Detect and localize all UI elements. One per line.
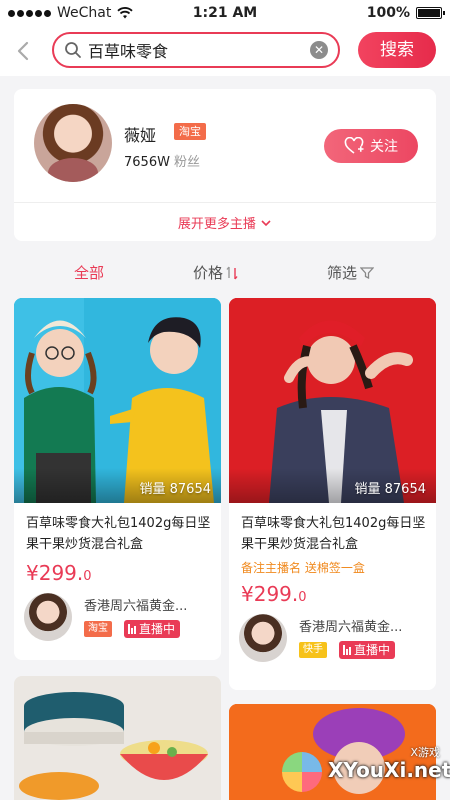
live-bars-icon [128,624,136,634]
product-card[interactable]: 销量 87654 百草味零食大礼包1402g每日坚果干果炒货混合礼盒 ¥299.… [14,298,221,660]
host-avatar[interactable] [34,104,112,182]
expand-label: 展开更多主播 [177,217,256,232]
live-label: 直播中 [354,643,391,657]
search-icon [65,42,81,58]
back-icon[interactable] [12,39,36,63]
seller-platform-badge: 快手 [299,642,327,658]
seller-row[interactable]: 香港周六福黄金... 快手 直播中 [229,606,436,666]
search-input[interactable]: 百草味零食 ✕ [52,32,340,68]
follow-button[interactable]: 关注 [324,129,418,163]
watermark-text: XYouXi.net [328,758,450,782]
seller-avatar[interactable] [239,614,287,662]
product-image[interactable]: 销量 87654 [229,298,436,503]
battery-icon [416,7,445,19]
status-bar: WeChat 1:21 AM 100% [0,0,450,26]
tab-filter-label: 筛选 [327,264,358,282]
tab-price-label: 价格 [193,264,224,282]
tab-all[interactable]: 全部 [74,262,104,283]
seller-avatar[interactable] [24,593,72,641]
live-bars-icon [343,645,351,655]
seller-row[interactable]: 香港周六福黄金... 淘宝 直播中 [14,585,221,645]
sales-count: 销量 87654 [354,482,427,497]
search-query[interactable]: 百草味零食 [88,38,310,62]
product-card[interactable] [14,676,221,800]
product-title[interactable]: 百草味零食大礼包1402g每日坚果干果炒货混合礼盒 [14,503,221,555]
bowls-photo [14,676,221,800]
product-price: ¥299.0 [229,576,436,606]
product-title[interactable]: 百草味零食大礼包1402g每日坚果干果炒货混合礼盒 [229,503,436,555]
filter-icon [360,266,375,279]
watermark-logo-icon [282,752,322,792]
divider [14,202,436,203]
price-main: ¥299. [26,561,84,585]
host-fans: 7656W 粉丝 [124,151,200,170]
clear-icon[interactable]: ✕ [310,41,328,59]
tab-filter[interactable]: 筛选 [327,262,375,283]
seller-platform-badge: 淘宝 [84,621,112,637]
seller-name: 香港周六福黄金... [84,599,188,614]
live-badge[interactable]: 直播中 [339,641,396,659]
live-badge[interactable]: 直播中 [124,620,181,638]
host-name: 薇娅 [124,126,157,145]
expand-more-hosts[interactable]: 展开更多主播 [14,213,436,232]
product-image[interactable] [14,676,221,800]
search-header: 百草味零食 ✕ 搜索 [0,26,450,76]
fans-count: 7656W [124,155,170,170]
product-note: 备注主播名 送棉签一盒 [241,561,365,575]
girl-jacket-photo [229,298,436,503]
product-price: ¥299.0 [14,555,221,585]
price-decimal: 0 [298,590,307,605]
seller-name: 香港周六福黄金... [299,620,403,635]
site-watermark: X游戏 XYouXi.net [282,744,450,800]
filter-bar: 全部 价格 筛选 [0,256,450,288]
product-image[interactable]: 销量 87654 [14,298,221,503]
sort-icon [226,266,238,279]
follow-label: 关注 [370,139,398,155]
chevron-down-icon [261,220,271,227]
fans-label: 粉丝 [173,155,200,170]
product-card[interactable]: 销量 87654 百草味零食大礼包1402g每日坚果干果炒货混合礼盒 备注主播名… [229,298,436,690]
battery-percent: 100% [366,5,410,21]
kids-sweater-photo [14,298,221,503]
heart-plus-icon [344,137,364,154]
status-right: 100% [366,5,445,21]
host-card[interactable]: 薇娅 淘宝 7656W 粉丝 关注 展开更多主播 [14,89,436,241]
price-decimal: 0 [83,569,92,584]
sales-count: 销量 87654 [139,482,212,497]
tab-all-label: 全部 [74,264,105,282]
host-platform-badge: 淘宝 [174,123,206,140]
live-label: 直播中 [139,622,176,636]
price-main: ¥299. [241,582,299,606]
search-button[interactable]: 搜索 [358,32,436,68]
tab-price[interactable]: 价格 [193,262,238,283]
